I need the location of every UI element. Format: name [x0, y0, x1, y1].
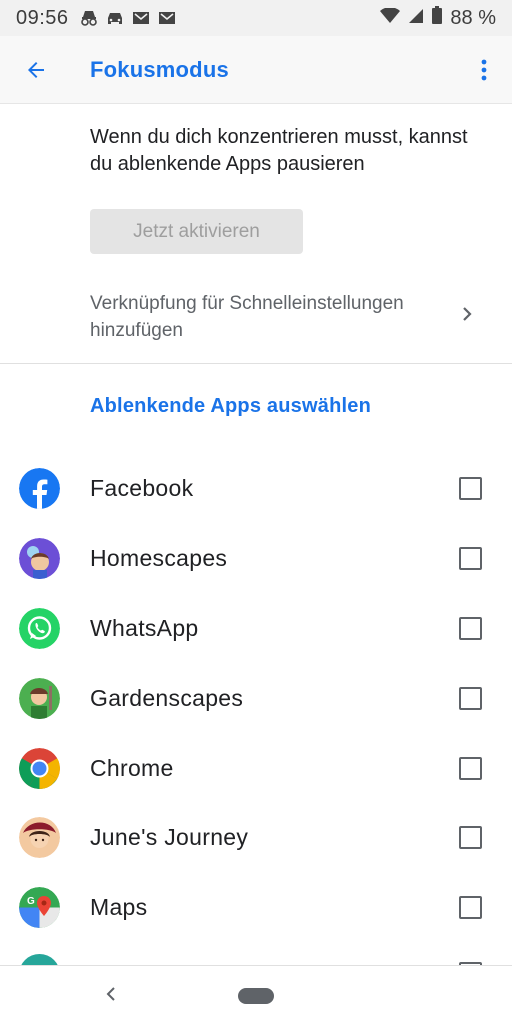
page-title: Fokusmodus [90, 56, 229, 82]
app-row-homescapes[interactable]: Homescapes [0, 524, 512, 594]
notification-icons [79, 9, 177, 27]
app-row-gardenscapes[interactable]: Gardenscapes [0, 663, 512, 733]
app-checkbox-facebook[interactable] [459, 477, 482, 501]
chrome-icon [19, 747, 60, 789]
signal-icon [408, 7, 424, 30]
junes-journey-icon [19, 817, 60, 859]
section-header: Ablenkende Apps auswählen [90, 395, 371, 417]
gmail-icon [131, 9, 151, 27]
app-name: Homescapes [90, 545, 228, 572]
app-checkbox-junes-journey[interactable] [459, 826, 482, 850]
app-checkbox-homescapes[interactable] [459, 547, 482, 571]
app-row-maps[interactable]: G Maps [0, 873, 512, 943]
divider [0, 363, 512, 364]
facebook-icon [19, 468, 60, 510]
nav-home-pill[interactable] [238, 988, 274, 1004]
description-text: Wenn du dich konzentrieren musst, kannst… [90, 126, 468, 175]
app-name: Gardenscapes [90, 684, 244, 711]
app-checkbox-whatsapp[interactable] [459, 616, 482, 640]
app-checkbox-chrome[interactable] [459, 756, 482, 780]
incognito-icon [79, 9, 99, 27]
maps-icon: G [19, 887, 60, 929]
more-vert-icon [481, 59, 487, 80]
wifi-icon [380, 6, 401, 30]
app-name: WhatsApp [90, 614, 199, 641]
status-right: 88 % [380, 6, 496, 30]
whatsapp-icon [19, 607, 60, 649]
status-time: 09:56 [16, 6, 69, 29]
screen: 09:56 88 % Fokusmodus Wenn du dich konze… [0, 0, 512, 1024]
app-name: Facebook [90, 475, 194, 502]
activate-now-button[interactable]: Jetzt aktivieren [90, 209, 303, 254]
arrow-back-icon [28, 61, 44, 78]
app-row-chrome[interactable]: Chrome [0, 733, 512, 803]
app-name: June's Journey [90, 824, 249, 851]
app-list: Facebook Homescapes WhatsApp Gardenscape… [0, 454, 512, 943]
more-options-button[interactable] [456, 36, 512, 104]
app-bar: Fokusmodus [0, 36, 512, 104]
quick-settings-shortcut-row[interactable]: Verknüpfung für Schnelleinstellungen hin… [0, 280, 512, 354]
shortcut-label: Verknüpfung für Schnelleinstellungen hin… [90, 293, 404, 341]
gardenscapes-icon [19, 677, 60, 719]
status-bar: 09:56 88 % [0, 0, 512, 36]
navigation-bar [0, 965, 512, 1024]
nav-back-icon[interactable] [100, 982, 124, 1006]
app-name: Maps [90, 894, 148, 921]
car-icon [105, 9, 125, 27]
app-checkbox-gardenscapes[interactable] [459, 686, 482, 710]
homescapes-icon [19, 538, 60, 580]
battery-icon [432, 6, 443, 30]
gmail-icon-2 [157, 9, 177, 27]
app-row-junes-journey[interactable]: June's Journey [0, 803, 512, 873]
chevron-right-icon [463, 307, 472, 321]
back-button[interactable] [0, 36, 72, 104]
app-checkbox-maps[interactable] [459, 896, 482, 920]
app-row-whatsapp[interactable]: WhatsApp [0, 594, 512, 664]
app-name: Chrome [90, 754, 174, 781]
app-row-facebook[interactable]: Facebook [0, 454, 512, 524]
battery-percent: 88 % [450, 6, 496, 29]
svg-text:G: G [27, 896, 35, 907]
